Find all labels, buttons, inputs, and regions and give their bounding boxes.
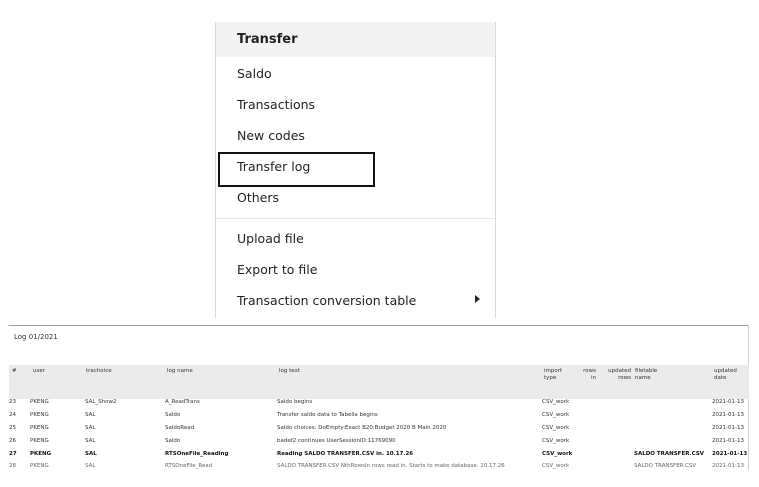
cell-trachoice: SAL <box>85 451 97 457</box>
log-title: Log 01/2021 <box>14 333 58 341</box>
table-row[interactable]: 24 PKENG SAL Saldo Transfer saldo data t… <box>9 410 749 422</box>
cell-import-type: CSV_work <box>542 463 570 469</box>
cell-updated-date: 2021-01-13 <box>712 438 744 444</box>
cell-log-text: SALDO TRANSFER.CSV NthRowsIn rows read i… <box>277 463 505 469</box>
menu-item-transfer-log[interactable]: Transfer log <box>237 157 310 177</box>
col-header-updated-date[interactable]: updated date <box>714 368 742 382</box>
cell-trachoice: SAL <box>85 425 96 431</box>
cell-trachoice: SAL <box>85 463 96 469</box>
cell-log-text: Saldo begins <box>277 399 313 405</box>
log-table-header: # user trachoice log name log text impor… <box>9 365 749 399</box>
cell-user: PKENG <box>30 463 49 469</box>
cell-updated-date: 2021-01-13 <box>712 451 748 457</box>
cell-log-text: Saldo choices: DoEmpty:Exact B20:Budget … <box>277 425 447 431</box>
cell-user: PKENG <box>30 412 49 418</box>
transfer-log-panel: Log 01/2021 # user trachoice log name lo… <box>8 325 749 470</box>
cell-log-name: A_ReadTrans <box>165 399 200 405</box>
cell-trachoice: SAL <box>85 412 96 418</box>
table-row[interactable]: 23 PKENG SAL_Show2 A_ReadTrans Saldo beg… <box>9 397 749 409</box>
cell-log-name: RTSOneFile_Read <box>165 463 213 469</box>
cell-filetable-name: SALDO TRANSFER.CSV <box>634 463 697 469</box>
cell-num: 28 <box>9 463 16 469</box>
menu-item-saldo[interactable]: Saldo <box>237 64 272 84</box>
col-header-trachoice[interactable]: trachoice <box>86 368 112 375</box>
table-row[interactable]: 26 PKENG SAL Saldo badef2 continues User… <box>9 436 749 448</box>
transfer-dropdown-menu: Transfer Saldo Transactions New codes Tr… <box>215 22 496 318</box>
cell-import-type: CSV_work <box>542 399 570 405</box>
cell-user: PKENG <box>30 399 49 405</box>
menu-item-transaction-conversion-table[interactable]: Transaction conversion table <box>237 291 416 311</box>
menu-header-title: Transfer <box>237 32 298 47</box>
cell-log-text: Reading SALDO TRANSFER.CSV in. 10.17.26 <box>277 451 414 457</box>
menu-header: Transfer <box>216 22 495 57</box>
menu-item-others[interactable]: Others <box>237 188 279 208</box>
table-row[interactable]: 27 PKENG SAL RTSOneFile_Reading Reading … <box>9 449 749 461</box>
table-row[interactable]: 28 PKENG SAL RTSOneFile_Read SALDO TRANS… <box>9 461 749 473</box>
cell-updated-date: 2021-01-13 <box>712 399 744 405</box>
col-header-import-type[interactable]: import type <box>544 368 566 382</box>
menu-divider <box>216 218 495 219</box>
menu-item-transactions[interactable]: Transactions <box>237 95 315 115</box>
cell-log-name: Saldo <box>165 412 181 418</box>
cell-num: 25 <box>9 425 16 431</box>
submenu-arrow-icon <box>475 295 480 303</box>
cell-import-type: CSV_work <box>542 438 570 444</box>
cell-log-text: Transfer saldo data to Tabella begins <box>277 412 378 418</box>
col-header-filetable-name[interactable]: filetable name <box>635 368 669 382</box>
menu-item-upload-file[interactable]: Upload file <box>237 229 304 249</box>
col-header-num[interactable]: # <box>12 368 17 375</box>
cell-updated-date: 2021-01-13 <box>712 463 744 469</box>
cell-trachoice: SAL <box>85 438 96 444</box>
col-header-updated-rows[interactable]: updated rows <box>606 368 631 382</box>
cell-user: PKENG <box>30 425 49 431</box>
table-row[interactable]: 25 PKENG SAL SaldoRead Saldo choices: Do… <box>9 423 749 435</box>
cell-filetable-name: SALDO TRANSFER.CSV <box>634 451 704 457</box>
cell-user: PKENG <box>30 438 49 444</box>
cell-import-type: CSV_work <box>542 451 573 457</box>
col-header-rows-in[interactable]: rows in <box>579 368 596 382</box>
cell-log-name: RTSOneFile_Reading <box>165 451 229 457</box>
cell-trachoice: SAL_Show2 <box>85 399 117 405</box>
cell-import-type: CSV_work <box>542 425 570 431</box>
cell-log-name: Saldo <box>165 438 181 444</box>
cell-updated-date: 2021-01-13 <box>712 425 744 431</box>
cell-num: 27 <box>9 451 17 457</box>
col-header-user[interactable]: user <box>33 368 45 375</box>
menu-item-new-codes[interactable]: New codes <box>237 126 305 146</box>
cell-log-text: badef2 continues UserSessionID:11769090 <box>277 438 396 444</box>
cell-updated-date: 2021-01-13 <box>712 412 744 418</box>
cell-log-name: SaldoRead <box>165 425 195 431</box>
cell-num: 24 <box>9 412 16 418</box>
menu-item-export-to-file[interactable]: Export to file <box>237 260 317 280</box>
col-header-log-name[interactable]: log name <box>167 368 193 375</box>
cell-num: 23 <box>9 399 16 405</box>
col-header-log-text[interactable]: log text <box>279 368 300 375</box>
cell-user: PKENG <box>30 451 52 457</box>
cell-num: 26 <box>9 438 16 444</box>
cell-import-type: CSV_work <box>542 412 570 418</box>
